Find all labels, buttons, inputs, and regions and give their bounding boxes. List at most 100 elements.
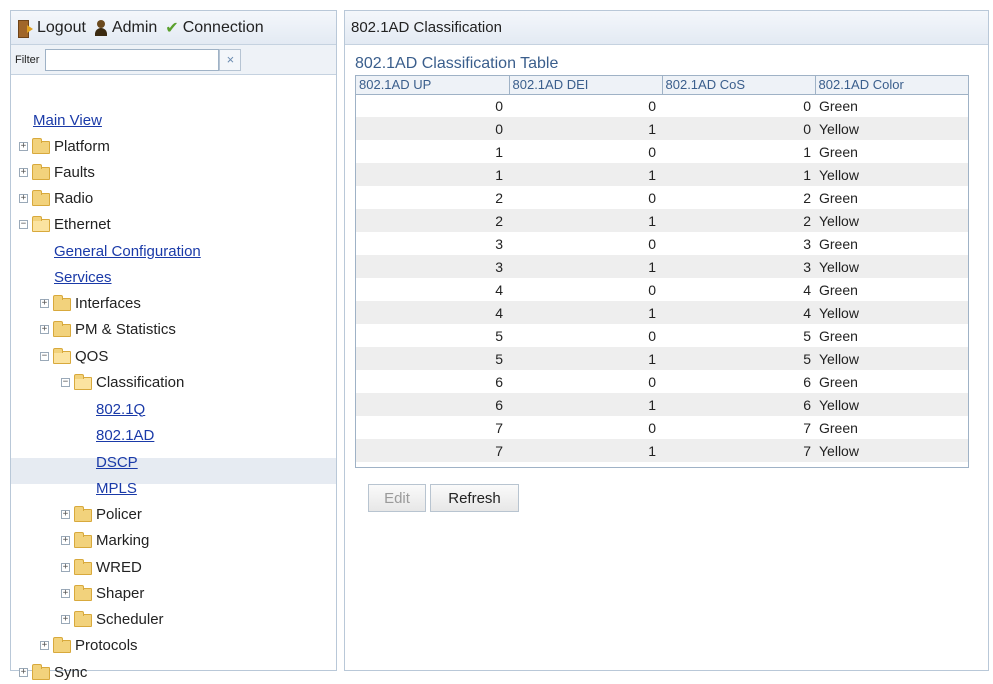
expand-icon[interactable]: + [61,562,70,572]
table-cell: 3 [356,255,509,278]
clear-filter-icon[interactable]: × [219,48,242,71]
table-cell: Yellow [815,117,968,140]
tree-scheduler[interactable]: + Scheduler [61,607,164,631]
expand-icon[interactable]: + [19,193,28,203]
column-header-color[interactable]: 802.1AD Color [815,76,969,95]
folder-open-icon [32,215,50,232]
tree-main-view[interactable]: Main View [33,108,102,132]
table-cell: 0 [648,373,656,390]
collapse-icon[interactable]: − [61,377,70,387]
table-row[interactable]: 0 1 0 Yellow [356,117,968,140]
tree-radio[interactable]: + Radio [19,186,93,210]
tree-pm-statistics[interactable]: + PM & Statistics [40,317,176,341]
folder-open-icon [53,347,71,364]
tree-qos[interactable]: − QOS [40,344,108,368]
expand-icon[interactable]: + [61,614,70,624]
tree-platform[interactable]: + Platform [19,134,110,158]
tree-sync[interactable]: + Sync [19,660,87,684]
tree-policer[interactable]: + Policer [61,502,142,526]
table-row[interactable]: 4 0 4 Green [356,278,968,301]
tree-shaper[interactable]: + Shaper [61,581,144,605]
table-row[interactable]: 1 1 1 Yellow [356,163,968,186]
table-row[interactable]: 3 0 3 Green [356,232,968,255]
column-header-cos[interactable]: 802.1AD CoS [662,76,816,95]
expand-icon[interactable]: + [61,509,70,519]
checkmark-icon: ✔ [165,19,179,37]
tree-label: WRED [96,558,142,576]
tree-802-1q[interactable]: 802.1Q [96,397,145,421]
tree-label: QOS [75,347,109,365]
table-row[interactable]: 4 1 4 Yellow [356,301,968,324]
table-row[interactable]: 7 1 7 Yellow [356,439,968,462]
filter-input[interactable] [45,48,220,71]
table-header-row: 802.1AD UP 802.1AD DEI 802.1AD CoS 802.1… [356,76,969,95]
table-cell: 1 [509,163,662,186]
expand-icon[interactable]: + [40,640,49,650]
column-header-up[interactable]: 802.1AD UP [356,76,510,95]
table-row[interactable]: 6 1 6 Yellow [356,393,968,416]
admin-button[interactable]: Admin [94,19,157,37]
folder-icon [74,531,92,548]
collapse-icon[interactable]: − [19,219,28,229]
tree-classification[interactable]: − Classification [61,370,184,394]
tree-wred[interactable]: + WRED [61,555,142,579]
tree-protocols[interactable]: + Protocols [40,633,138,657]
table-cell: 3 [662,255,815,278]
table-row[interactable]: 2 0 2 Green [356,186,968,209]
expand-icon[interactable]: + [40,324,49,334]
table-cell: 2 [495,189,503,206]
table-cell: 4 [356,301,509,324]
connection-button[interactable]: ✔ Connection [165,18,263,38]
table-cell: 3 [803,235,811,252]
folder-icon [32,163,50,180]
table-cell: 6 [356,393,509,416]
table-cell: 1 [509,439,662,462]
table-cell: 4 [495,281,503,298]
table-row[interactable]: 5 0 5 Green [356,324,968,347]
tree-interfaces[interactable]: + Interfaces [40,291,141,315]
table-row[interactable]: 6 0 6 Green [356,370,968,393]
refresh-button[interactable]: Refresh [430,484,519,512]
tree-802-1ad[interactable]: 802.1AD [96,423,154,447]
tree-general-configuration[interactable]: General Configuration [54,239,201,263]
expand-icon[interactable]: + [61,535,70,545]
table-cell: 0 [648,97,656,114]
edit-button[interactable]: Edit [368,484,426,512]
table-cell: 6 [662,393,815,416]
table-row[interactable]: 2 1 2 Yellow [356,209,968,232]
table-cell: 2 [803,189,811,206]
tree-services[interactable]: Services [54,265,112,289]
tree-ethernet[interactable]: − Ethernet [19,212,111,236]
tree-dscp[interactable]: DSCP [96,450,138,474]
logout-icon [17,19,33,38]
tree-marking[interactable]: + Marking [61,528,149,552]
tree-faults[interactable]: + Faults [19,160,95,184]
table-cell: Green [819,373,858,390]
logout-button[interactable]: Logout [17,19,86,38]
tree-label: Sync [54,663,88,681]
tree-mpls[interactable]: MPLS [96,476,137,500]
table-row[interactable]: 5 1 5 Yellow [356,347,968,370]
folder-icon [53,294,71,311]
collapse-icon[interactable]: − [40,351,49,361]
folder-icon [32,137,50,154]
table-row[interactable]: 0 0 0 Green [356,94,968,117]
expand-icon[interactable]: + [19,167,28,177]
table-cell: 1 [495,143,503,160]
folder-icon [32,663,50,680]
expand-icon[interactable]: + [40,298,49,308]
table-cell: 7 [356,439,509,462]
column-header-dei[interactable]: 802.1AD DEI [509,76,663,95]
tree-label: Marking [96,531,150,549]
tree-label: Interfaces [75,294,141,312]
table-row[interactable]: 1 0 1 Green [356,140,968,163]
table-row[interactable]: 7 0 7 Green [356,416,968,439]
table-cell: 7 [662,439,815,462]
table-cell: 1 [803,143,811,160]
expand-icon[interactable]: + [19,141,28,151]
table-row[interactable]: 3 1 3 Yellow [356,255,968,278]
expand-icon[interactable]: + [61,588,70,598]
table-cell: Yellow [815,209,968,232]
expand-icon[interactable]: + [19,667,28,677]
table-cell: 5 [356,347,509,370]
